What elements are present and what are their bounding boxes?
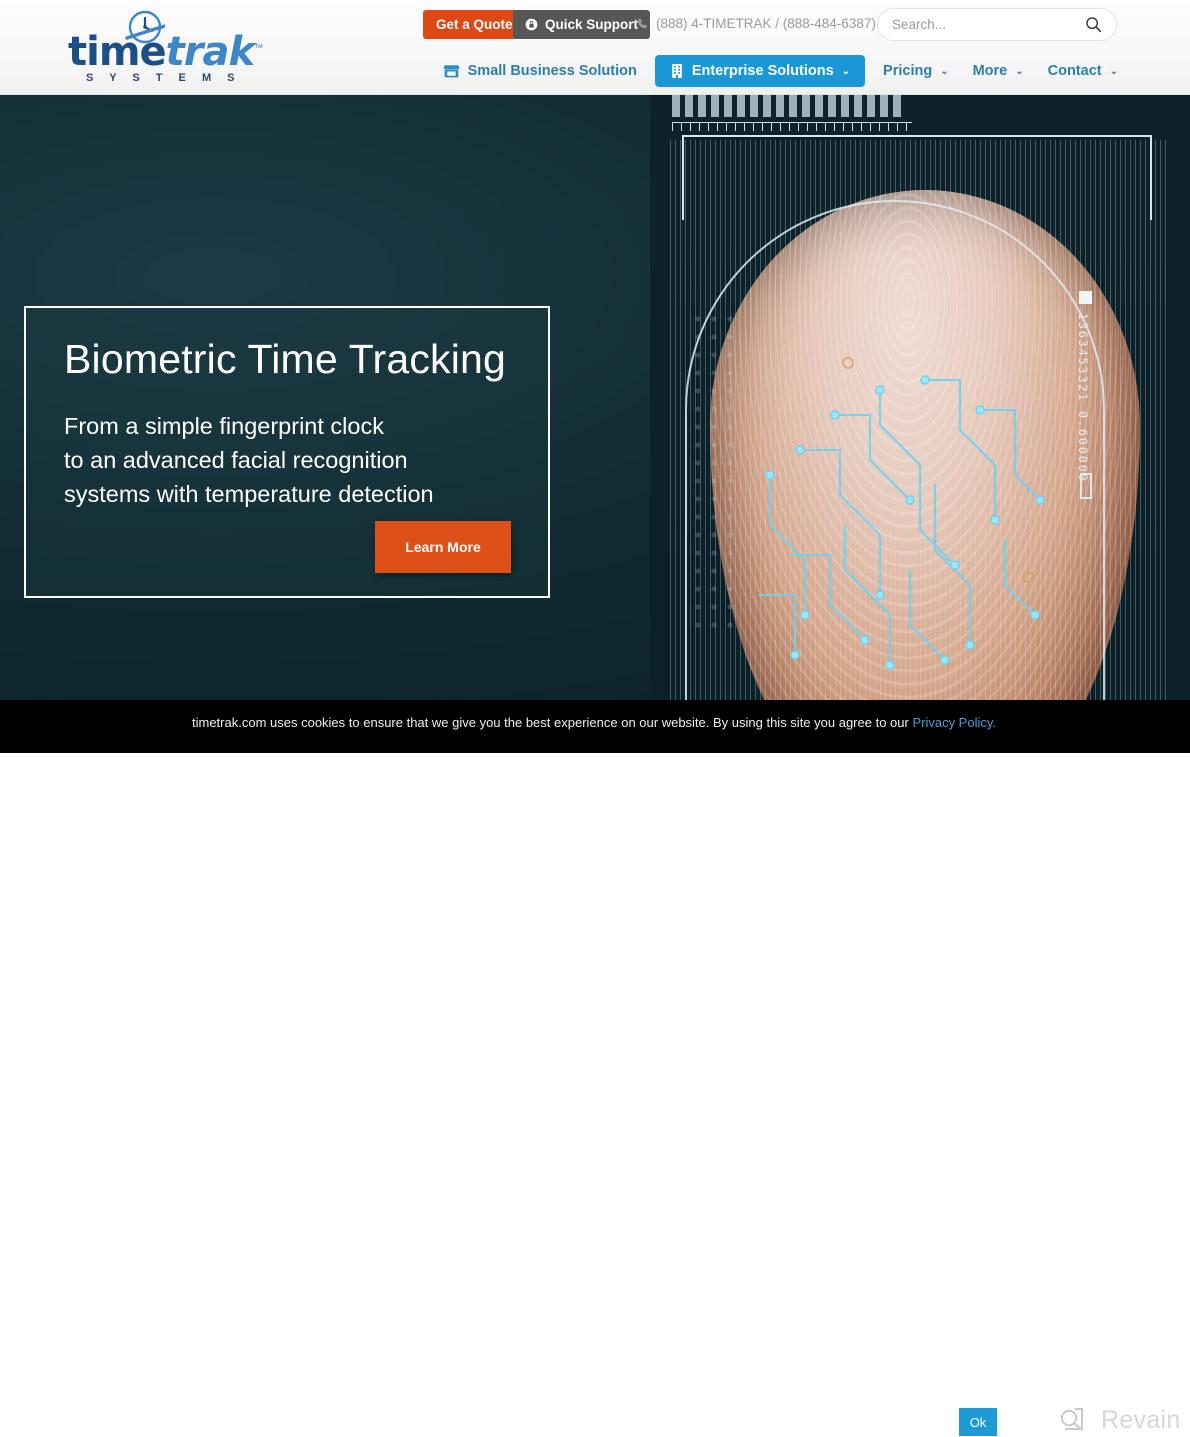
- hero-headline-card: Biometric Time Tracking From a simple fi…: [24, 306, 550, 598]
- site-header: timetrak™ S Y S T E M S Get a Quote Quic…: [0, 0, 1190, 95]
- nav-label: Contact: [1047, 63, 1102, 79]
- building-icon: [672, 64, 682, 78]
- scanner-top-bars: [672, 95, 902, 117]
- main-navigation: Small Business Solution Enterprise Solut…: [431, 55, 1130, 87]
- nav-item-more[interactable]: More ⌄: [961, 56, 1036, 86]
- logo-wordmark: timetrak™: [68, 29, 263, 75]
- nav-item-enterprise-solutions[interactable]: Enterprise Solutions ⌄: [654, 55, 866, 87]
- hero-subtitle-line-1: From a simple fingerprint clock: [64, 413, 384, 439]
- quick-support-button[interactable]: Quick Support: [513, 10, 651, 39]
- chevron-down-icon: ⌄: [940, 65, 949, 77]
- site-logo[interactable]: timetrak™ S Y S T E M S: [68, 10, 263, 86]
- nav-label: More: [972, 63, 1008, 79]
- cookie-message: timetrak.com uses cookies to ensure that…: [192, 715, 996, 730]
- phone-number-text: (888) 4-TIMETRAK / (888-484-6387): [656, 16, 876, 31]
- cookie-message-text: timetrak.com uses cookies to ensure that…: [192, 715, 913, 730]
- get-a-quote-button[interactable]: Get a Quote: [423, 10, 526, 39]
- nav-label: Enterprise Solutions: [691, 63, 834, 79]
- chevron-down-icon: ⌄: [841, 65, 851, 77]
- logo-word-time: time: [68, 29, 167, 75]
- search-icon[interactable]: [1085, 16, 1102, 33]
- cookie-consent-banner: timetrak.com uses cookies to ensure that…: [0, 700, 1190, 1436]
- logo-word-trak: trak: [165, 29, 255, 75]
- nav-label: Small Business Solution: [467, 63, 637, 79]
- nav-item-pricing[interactable]: Pricing ⌄: [871, 56, 961, 86]
- revain-watermark: Revain: [1055, 1403, 1181, 1437]
- biometric-scanner-image: 1363453321 0.600000: [650, 95, 1190, 700]
- hero-subtitle: From a simple fingerprint clock to an ad…: [64, 409, 510, 511]
- revain-label: Revain: [1101, 1405, 1181, 1434]
- nav-label: Pricing: [883, 63, 933, 79]
- privacy-policy-link[interactable]: Privacy Policy.: [912, 715, 996, 730]
- chevron-down-icon: ⌄: [1109, 65, 1118, 77]
- search-input[interactable]: [892, 17, 1085, 32]
- phone-icon: [637, 18, 647, 29]
- hero-subtitle-line-3: systems with temperature detection: [64, 481, 434, 508]
- trademark-symbol: ™: [254, 42, 263, 53]
- search-box[interactable]: [877, 8, 1117, 41]
- hero-section: 1363453321 0.600000 Biometric Time Track…: [0, 95, 1190, 700]
- cookie-accept-button[interactable]: Ok: [959, 1408, 997, 1436]
- learn-more-button[interactable]: Learn More: [375, 521, 511, 573]
- circuit-trace-overlay: [758, 357, 1045, 670]
- logo-tagline: S Y S T E M S: [86, 72, 242, 84]
- nav-item-contact[interactable]: Contact ⌄: [1036, 56, 1130, 86]
- chevron-down-icon: ⌄: [1015, 65, 1024, 77]
- hero-title: Biometric Time Tracking: [64, 336, 507, 382]
- phone-number[interactable]: (888) 4-TIMETRAK / (888-484-6387): [636, 16, 876, 31]
- store-icon: [443, 64, 460, 77]
- nav-item-small-business-solution[interactable]: Small Business Solution: [431, 56, 649, 86]
- lock-icon: [525, 18, 538, 31]
- scanner-ruler: [672, 122, 912, 131]
- quick-support-label: Quick Support: [545, 17, 639, 32]
- revain-logo-icon: [1060, 1408, 1083, 1431]
- hero-subtitle-line-2: to an advanced facial recognition: [64, 447, 408, 474]
- readout-marker-top: [1079, 291, 1092, 304]
